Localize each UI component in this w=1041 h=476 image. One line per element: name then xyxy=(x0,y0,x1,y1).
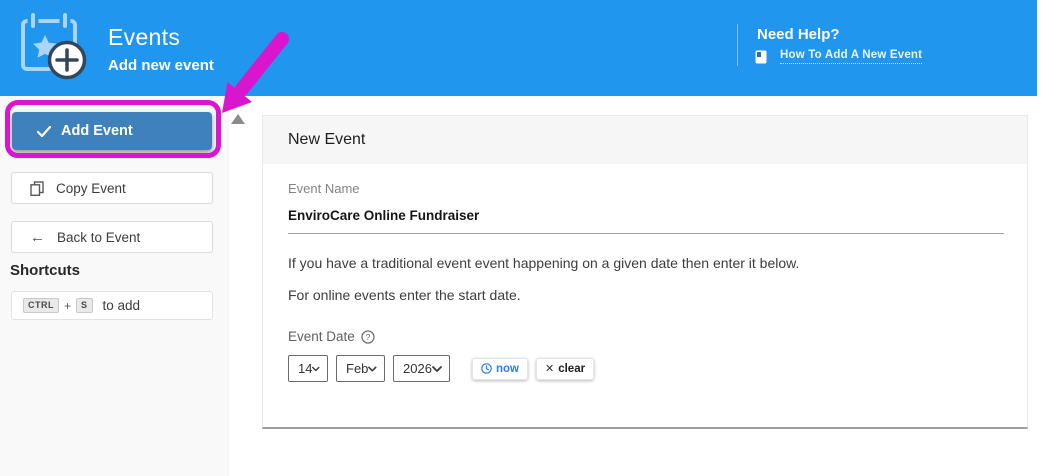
clear-button[interactable]: ✕ clear xyxy=(536,357,595,380)
event-name-label: Event Name xyxy=(288,181,360,196)
ctrl-key: CTRL xyxy=(23,298,59,313)
check-icon xyxy=(37,125,51,137)
copy-icon xyxy=(30,180,44,196)
header-divider xyxy=(737,24,738,66)
clear-label: clear xyxy=(558,362,586,375)
month-select[interactable]: Feb xyxy=(336,355,385,382)
event-date-label: Event Date xyxy=(288,329,355,344)
now-label: now xyxy=(496,362,519,375)
date-instructions-line2: For online events enter the start date. xyxy=(288,287,521,303)
back-to-event-label: Back to Event xyxy=(57,229,141,245)
chevron-down-icon xyxy=(432,365,442,372)
page-title: Events xyxy=(108,24,181,50)
add-event-label: Add Event xyxy=(61,123,133,139)
s-key: S xyxy=(76,298,93,313)
day-select-value: 14 xyxy=(298,361,313,376)
add-event-button[interactable]: Add Event xyxy=(12,112,212,150)
date-instructions-line1: If you have a traditional event event ha… xyxy=(288,255,800,271)
new-event-panel: New Event Event Name If you have a tradi… xyxy=(262,115,1028,429)
shortcuts-heading: Shortcuts xyxy=(10,262,81,279)
plus-sign: + xyxy=(64,298,72,313)
help-icon[interactable]: ? xyxy=(361,329,375,344)
month-select-value: Feb xyxy=(346,361,369,376)
shortcut-action-label: to add xyxy=(102,298,141,313)
panel-body: Event Name If you have a traditional eve… xyxy=(263,164,1027,382)
sidebar-collapse-toggle[interactable] xyxy=(230,113,246,125)
panel-header: New Event xyxy=(263,116,1027,164)
page-header: Events Add new event Need Help? How To A… xyxy=(0,0,1037,96)
how-to-add-event-link[interactable]: How To Add A New Event xyxy=(780,49,923,64)
panel-title: New Event xyxy=(288,131,366,148)
copy-event-label: Copy Event xyxy=(56,180,126,196)
copy-event-button[interactable]: Copy Event xyxy=(11,172,213,204)
back-to-event-button[interactable]: ← Back to Event xyxy=(11,221,213,253)
clock-icon xyxy=(481,363,492,374)
day-select[interactable]: 14 xyxy=(288,355,328,382)
back-arrow-icon: ← xyxy=(30,228,45,246)
event-date-label-row: Event Date ? xyxy=(288,329,1002,344)
chevron-down-icon xyxy=(312,366,320,371)
event-date-row: 14 Feb 2026 now ✕ clear xyxy=(288,355,1002,382)
chevron-down-icon xyxy=(368,366,377,371)
events-admin-page: Events Add new event Need Help? How To A… xyxy=(0,0,1041,476)
year-select-value: 2026 xyxy=(403,361,432,376)
clear-x-icon: ✕ xyxy=(545,363,555,375)
calendar-add-event-icon xyxy=(21,13,87,80)
need-help-heading: Need Help? xyxy=(757,26,840,43)
sidebar xyxy=(0,96,229,476)
book-icon xyxy=(755,50,767,63)
svg-text:?: ? xyxy=(365,332,370,342)
year-select[interactable]: 2026 xyxy=(393,355,450,382)
triangle-up-icon xyxy=(231,114,245,124)
help-link-row: How To Add A New Event xyxy=(755,49,923,64)
event-name-input[interactable] xyxy=(288,208,1004,234)
page-subtitle: Add new event xyxy=(108,57,214,74)
shortcut-hint: CTRL + S to add xyxy=(11,291,213,320)
now-button[interactable]: now xyxy=(472,357,528,380)
